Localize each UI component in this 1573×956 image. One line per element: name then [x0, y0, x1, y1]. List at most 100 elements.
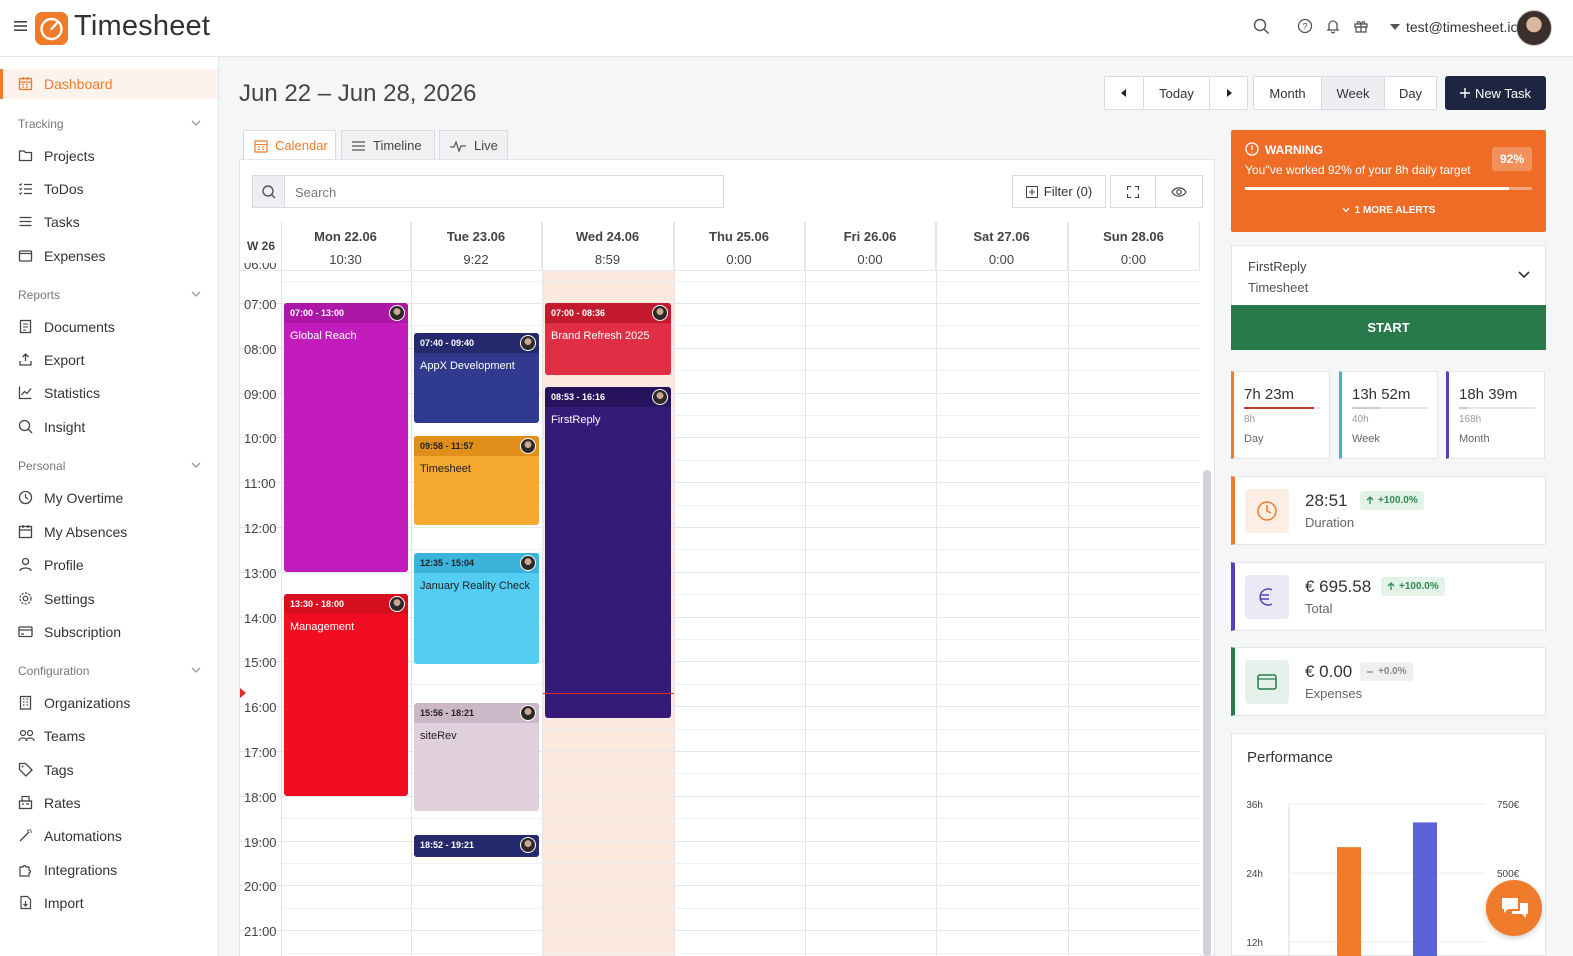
summary-card-day[interactable]: 7h 23m 8h Day — [1231, 371, 1330, 459]
previous-week-button[interactable] — [1104, 76, 1144, 110]
search-icon[interactable] — [1253, 18, 1270, 35]
calendar-event[interactable]: 15:56 - 18:21 siteRev — [414, 703, 539, 811]
stat-value: 28:51 — [1305, 491, 1348, 510]
gift-icon[interactable] — [1353, 18, 1369, 34]
day-header[interactable]: Thu 25.06 0:00 — [674, 222, 805, 270]
tab-live[interactable]: Live — [439, 130, 508, 160]
summary-progress-fill — [1352, 407, 1379, 409]
stat-card-duration[interactable]: 28:51 Duration +100.0% — [1231, 476, 1546, 545]
today-button[interactable]: Today — [1143, 76, 1210, 110]
calendar-event[interactable]: 08:53 - 16:16 FirstReply — [545, 387, 671, 718]
sidebar-item-export[interactable]: Export — [0, 345, 218, 375]
sidebar-item-profile[interactable]: Profile — [0, 550, 218, 580]
tab-timeline[interactable]: Timeline — [341, 130, 435, 160]
menu-icon[interactable] — [14, 20, 27, 32]
sidebar-item-todos[interactable]: ToDos — [0, 174, 218, 204]
sidebar-item-import[interactable]: Import — [0, 888, 218, 918]
event-avatar — [652, 305, 668, 321]
sidebar-item-label: My Overtime — [44, 490, 124, 506]
sidebar-item-rates[interactable]: Rates — [0, 788, 218, 818]
calendar-event[interactable]: 07:40 - 09:40 AppX Development — [414, 333, 539, 423]
hour-label: 11:00 — [244, 476, 276, 491]
search-input[interactable]: Search — [252, 175, 724, 208]
summary-card-month[interactable]: 18h 39m 168h Month — [1446, 371, 1545, 459]
summary-progress-bar — [1352, 407, 1428, 409]
performance-bar — [1413, 822, 1437, 956]
chat-button[interactable] — [1486, 880, 1542, 936]
day-total: 0:00 — [726, 252, 752, 267]
sidebar-item-tasks[interactable]: Tasks — [0, 207, 218, 237]
summary-progress-bar — [1459, 407, 1535, 409]
sidebar-item-projects[interactable]: Projects — [0, 141, 218, 171]
day-header[interactable]: Tue 23.06 9:22 — [411, 222, 542, 270]
fullscreen-button[interactable] — [1110, 175, 1156, 208]
sidebar-item-teams[interactable]: Teams — [0, 721, 218, 751]
calendar-event[interactable]: 12:35 - 15:04 January Reality Check — [414, 553, 539, 664]
calendar-event[interactable]: 18:52 - 19:21AppX — [414, 835, 539, 857]
next-week-button[interactable] — [1209, 76, 1248, 110]
sidebar-item-tags[interactable]: Tags — [0, 755, 218, 785]
timesheet-logo[interactable] — [35, 12, 68, 45]
day-date: Fri 26.06 — [843, 229, 897, 244]
top-bar: Timesheet ? test@timesheet.io — [0, 0, 1573, 57]
help-icon[interactable]: ? — [1297, 18, 1313, 34]
summary-card-week[interactable]: 13h 52m 40h Week — [1339, 371, 1438, 459]
visibility-button[interactable] — [1155, 175, 1203, 208]
sidebar-item-organizations[interactable]: Organizations — [0, 688, 218, 718]
section-configuration[interactable]: Configuration — [18, 664, 89, 678]
section-reports[interactable]: Reports — [18, 288, 60, 302]
section-personal[interactable]: Personal — [18, 459, 65, 473]
day-header[interactable]: Sat 27.06 0:00 — [936, 222, 1068, 270]
start-timer-button[interactable]: START — [1231, 305, 1546, 350]
project-selector[interactable]: FirstReply Timesheet — [1231, 245, 1546, 306]
day-header[interactable]: Fri 26.06 0:00 — [805, 222, 936, 270]
section-tracking[interactable]: Tracking — [18, 117, 64, 131]
sidebar-item-integrations[interactable]: Integrations — [0, 855, 218, 885]
user-menu-caret-icon[interactable] — [1390, 24, 1400, 30]
bell-icon[interactable] — [1325, 18, 1341, 34]
hour-line — [240, 796, 1200, 797]
day-header[interactable]: Sun 28.06 0:00 — [1068, 222, 1200, 270]
calendar-event[interactable]: 13:30 - 18:00 Management — [284, 594, 408, 796]
stat-card-expenses[interactable]: € 0.00 Expenses +0.0% — [1231, 647, 1546, 716]
chevron-down-icon[interactable] — [191, 461, 201, 469]
sidebar-item-label: Export — [44, 352, 85, 368]
half-hour-line — [281, 684, 1200, 685]
sidebar-item-dashboard[interactable]: Dashboard — [0, 69, 218, 99]
user-avatar[interactable] — [1516, 10, 1552, 46]
day-header[interactable]: Wed 24.06 8:59 — [542, 222, 674, 270]
more-alerts-link[interactable]: 1 MORE ALERTS — [1231, 205, 1546, 216]
half-hour-line — [281, 280, 1200, 282]
left-tick-label: 36h — [1246, 800, 1263, 811]
filter-button[interactable]: Filter (0) — [1012, 175, 1106, 208]
stat-card-total[interactable]: € 695.58 Total +100.0% — [1231, 562, 1546, 631]
building-icon — [18, 695, 33, 710]
calendar-event[interactable]: 09:58 - 11:57 Timesheet — [414, 436, 539, 525]
tab-calendar[interactable]: Calendar — [243, 130, 336, 160]
hour-label: 15:00 — [244, 655, 277, 670]
sidebar-item-expenses[interactable]: Expenses — [0, 241, 218, 271]
sidebar-item-insight[interactable]: Insight — [0, 412, 218, 442]
new-task-button[interactable]: New Task — [1445, 76, 1546, 110]
user-email[interactable]: test@timesheet.io — [1406, 19, 1518, 35]
stat-value: € 0.00 — [1305, 662, 1353, 681]
chevron-down-icon[interactable] — [191, 119, 201, 127]
sidebar-item-automations[interactable]: Automations — [0, 821, 218, 851]
sidebar-item-documents[interactable]: Documents — [0, 312, 218, 342]
calendar-event[interactable]: 07:00 - 13:00 Global Reach — [284, 303, 408, 572]
month-view-button[interactable]: Month — [1253, 76, 1322, 110]
week-view-button[interactable]: Week — [1321, 76, 1385, 110]
sidebar-item-settings[interactable]: Settings — [0, 584, 218, 614]
day-header[interactable]: Mon 22.06 10:30 — [281, 222, 411, 270]
sidebar-item-my-absences[interactable]: My Absences — [0, 517, 218, 547]
calendar-scrollbar[interactable] — [1203, 470, 1211, 956]
day-total: 8:59 — [594, 252, 621, 267]
week-calendar-grid[interactable]: W 26 Mon 22.06 10:30 Tue 23.06 9:22 Wed 24.0… — [240, 222, 1200, 956]
calendar-event[interactable]: 07:00 - 08:36 Brand Refresh 2025 — [545, 303, 671, 375]
sidebar-item-subscription[interactable]: Subscription — [0, 617, 218, 647]
day-view-button[interactable]: Day — [1384, 76, 1437, 110]
sidebar-item-statistics[interactable]: Statistics — [0, 378, 218, 408]
chevron-down-icon[interactable] — [191, 290, 201, 298]
chevron-down-icon[interactable] — [191, 666, 201, 674]
sidebar-item-my-overtime[interactable]: My Overtime — [0, 483, 218, 513]
